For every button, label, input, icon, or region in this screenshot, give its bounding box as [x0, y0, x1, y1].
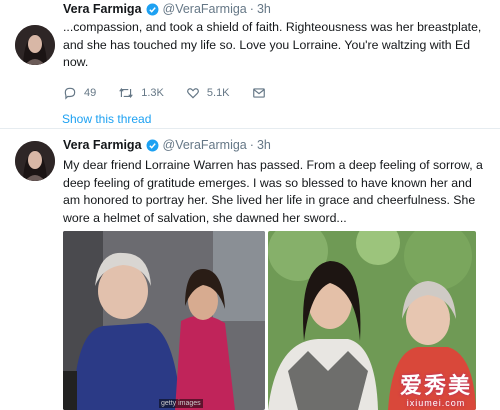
watermark: 爱秀美 ixiumei.com	[399, 373, 472, 409]
tweet-actions: 49 1.3K 5.1K	[63, 86, 295, 100]
tweet-2[interactable]: Vera Farmiga @VeraFarmiga · 3h My dear f…	[0, 130, 500, 410]
tweet-text: My dear friend Lorraine Warren has passe…	[63, 158, 483, 225]
reply-icon	[64, 87, 76, 100]
avatar[interactable]	[15, 25, 55, 65]
verified-badge-icon	[146, 139, 158, 151]
avatar[interactable]	[15, 141, 55, 181]
tweet-text: ...compassion, and took a shield of fait…	[63, 20, 482, 69]
reply-count: 49	[84, 87, 97, 99]
photo-image	[63, 231, 265, 410]
retweet-count: 1.3K	[141, 87, 164, 99]
like-button[interactable]: 5.1K	[186, 86, 230, 100]
show-thread-link[interactable]: Show this thread	[62, 112, 151, 126]
author-handle[interactable]: @VeraFarmiga	[163, 138, 247, 152]
tweet-1[interactable]: Vera Farmiga @VeraFarmiga · 3h ...compas…	[0, 0, 500, 129]
author-name[interactable]: Vera Farmiga	[63, 2, 142, 16]
envelope-icon	[252, 88, 265, 98]
separator-dot: ·	[249, 138, 254, 152]
author-handle[interactable]: @VeraFarmiga	[163, 2, 247, 16]
reply-button[interactable]: 49	[63, 86, 96, 100]
timestamp[interactable]: 3h	[257, 2, 271, 16]
divider	[0, 128, 500, 129]
watermark-text: 爱秀美	[399, 373, 472, 398]
separator-dot: ·	[249, 2, 254, 16]
like-count: 5.1K	[206, 87, 230, 99]
retweet-icon	[119, 88, 133, 98]
share-button[interactable]	[252, 86, 273, 100]
avatar-image	[15, 25, 55, 65]
avatar-image	[15, 141, 55, 181]
tweet-header: Vera Farmiga @VeraFarmiga · 3h	[63, 137, 271, 153]
tweet-header: Vera Farmiga @VeraFarmiga · 3h	[63, 1, 271, 17]
author-name[interactable]: Vera Farmiga	[63, 138, 142, 152]
timestamp[interactable]: 3h	[257, 138, 271, 152]
heart-icon	[186, 88, 199, 99]
verified-badge-icon	[146, 3, 158, 15]
watermark-url: ixiumei.com	[406, 398, 466, 408]
retweet-button[interactable]: 1.3K	[118, 86, 164, 100]
photo-credit: getty images	[159, 399, 203, 408]
tweet-photo-right[interactable]: 爱秀美 ixiumei.com	[268, 231, 476, 410]
tweet-photo-left[interactable]: getty images	[63, 231, 265, 410]
